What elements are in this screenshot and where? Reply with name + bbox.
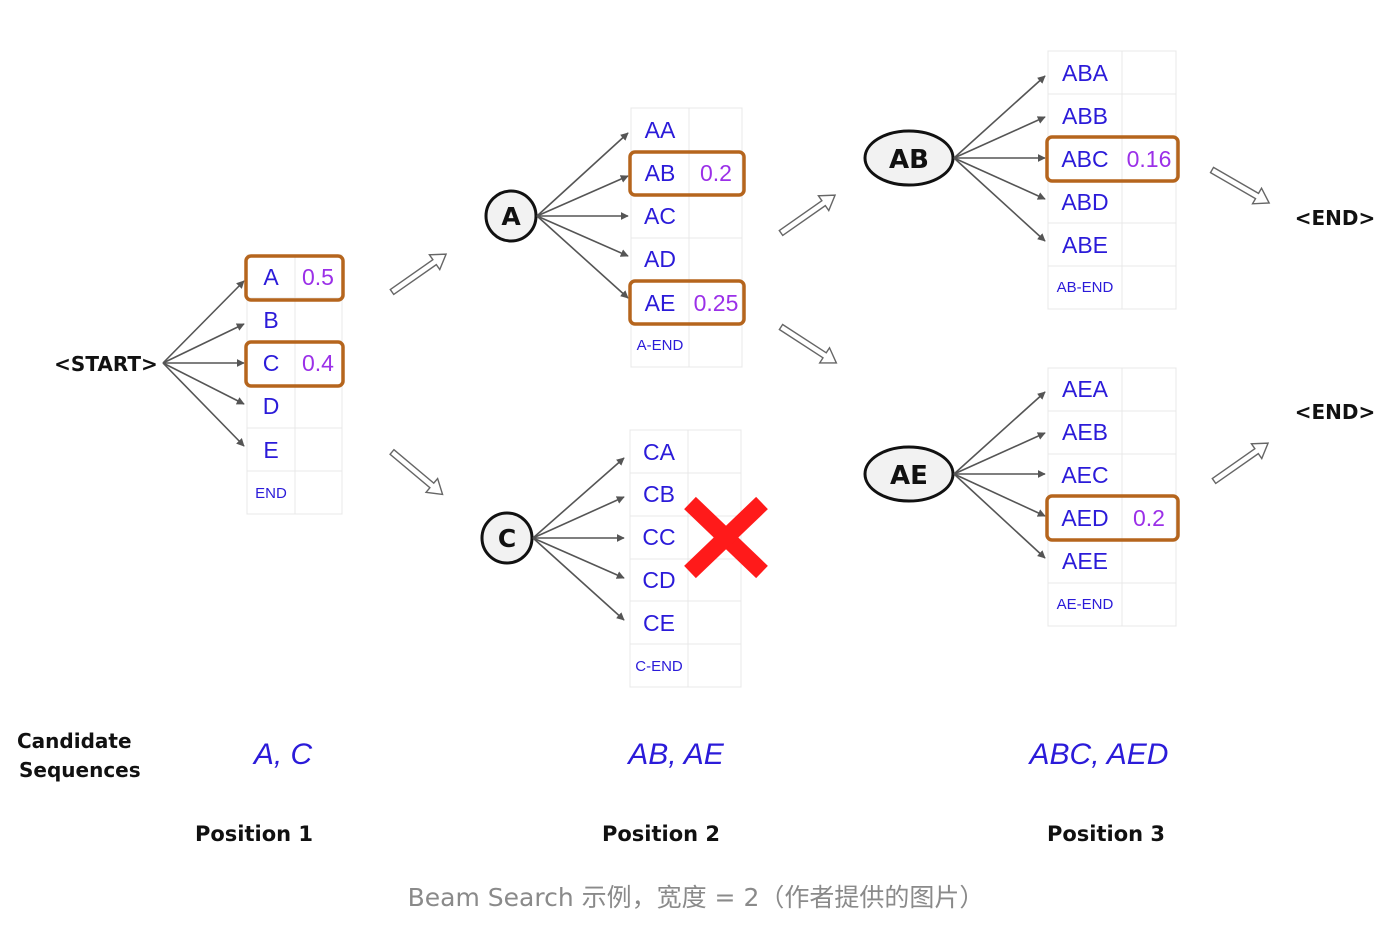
transition-arrows-3 (1209, 166, 1271, 485)
probability-cell: 0.2 (700, 160, 732, 186)
token-cell: AEE (1062, 548, 1108, 574)
position-label-3: Position 3 (1047, 822, 1165, 846)
token-cell: CB (643, 481, 675, 507)
token-cell: AC (644, 203, 676, 229)
probability-cell: 0.16 (1127, 146, 1172, 172)
token-cell: D (263, 393, 280, 419)
probability-cell: 0.25 (694, 290, 739, 316)
token-cell: AE (645, 290, 676, 316)
probability-cell: 0.4 (302, 350, 334, 376)
candidates-position3: ABC, AED (1028, 738, 1169, 771)
token-cell: CA (643, 439, 676, 465)
token-cell: CD (642, 567, 675, 593)
arrows-A (536, 132, 629, 299)
arrows-start (162, 280, 245, 447)
probability-cell: 0.5 (302, 264, 334, 290)
token-cell: AE-END (1057, 596, 1114, 613)
candidate-heading-line1: Candidate (17, 729, 132, 753)
node-AB: AB (863, 129, 955, 187)
figure-caption: Beam Search 示例，宽度 = 2（作者提供的图片） (407, 883, 985, 912)
svg-text:AB: AB (889, 145, 929, 175)
token-cell: AD (644, 246, 676, 272)
token-cell: ABC (1061, 146, 1108, 172)
candidates-position1: A, C (252, 738, 313, 771)
token-cell: CC (642, 524, 675, 550)
candidates-position2: AB, AE (626, 738, 725, 771)
arrows-C (532, 457, 625, 621)
table-step2-A: AA AB AC AD AE A-END 0.2 0.25 (628, 107, 746, 368)
arrows-AE (953, 391, 1046, 559)
token-cell: AEA (1062, 376, 1109, 402)
token-cell: AB (645, 160, 676, 186)
end-label: <END> (1295, 400, 1376, 424)
end-label: <END> (1295, 206, 1376, 230)
candidate-heading-line2: Sequences (19, 758, 141, 782)
beam-search-diagram: <START> A B C D E END 0.5 0.4 A AA AB AC… (17, 50, 1376, 846)
token-cell: ABB (1062, 103, 1108, 129)
token-cell: E (263, 437, 278, 463)
token-cell: C-END (635, 658, 683, 675)
token-cell: CE (643, 610, 675, 636)
position-label-2: Position 2 (602, 822, 720, 846)
token-cell: ABE (1062, 232, 1108, 258)
token-cell: AA (645, 117, 676, 143)
token-cell: ABD (1061, 189, 1108, 215)
node-A: A (484, 189, 538, 243)
token-cell: A-END (637, 337, 684, 354)
transition-arrows-2 (778, 194, 838, 364)
table-step3-AE: AEA AEB AEC AED AEE AE-END 0.2 (1045, 367, 1180, 627)
svg-text:AE: AE (890, 461, 928, 491)
node-C: C (480, 511, 534, 565)
arrows-AB (953, 75, 1046, 242)
transition-arrows-1 (389, 253, 448, 496)
token-cell: AEB (1062, 419, 1108, 445)
token-cell: B (263, 307, 278, 333)
svg-text:A: A (501, 202, 521, 231)
table-step3-AB: ABA ABB ABC ABD ABE AB-END 0.16 (1045, 50, 1180, 310)
svg-text:C: C (498, 524, 516, 553)
token-cell: AED (1061, 505, 1108, 531)
position-label-1: Position 1 (195, 822, 313, 846)
token-cell: ABA (1062, 60, 1109, 86)
table-step2-C: CA CB CC CD CE C-END (629, 429, 742, 688)
node-AE: AE (863, 445, 955, 503)
start-label: <START> (54, 352, 158, 376)
token-cell: AB-END (1057, 279, 1114, 296)
probability-cell: 0.2 (1133, 505, 1165, 531)
token-cell: END (255, 485, 287, 502)
token-cell: C (263, 350, 280, 376)
token-cell: AEC (1061, 462, 1108, 488)
table-step1: A B C D E END 0.5 0.4 (244, 254, 345, 515)
token-cell: A (263, 264, 279, 290)
